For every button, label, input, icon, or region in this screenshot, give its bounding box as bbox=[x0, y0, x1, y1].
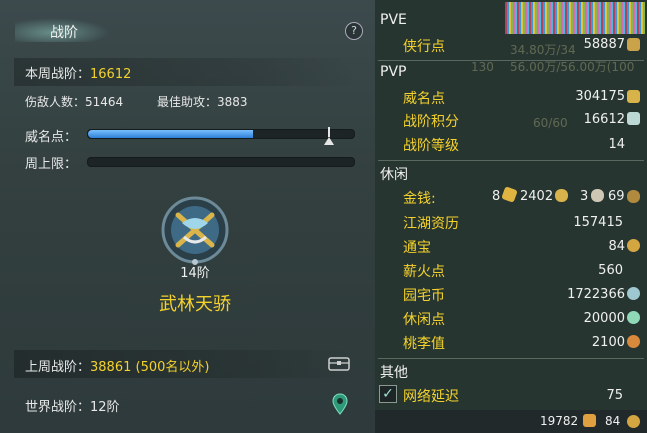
pve-item-label: 侠行点 bbox=[403, 39, 445, 55]
weekly-rank: 本周战阶：16612 bbox=[25, 63, 131, 82]
world-rank-value: 12阶 bbox=[90, 400, 120, 415]
tongbao-coin-icon bbox=[627, 415, 640, 428]
kills-value: 51464 bbox=[85, 95, 124, 109]
bg-text-2: 130 bbox=[471, 60, 494, 74]
money-copper-b-value: 69 bbox=[608, 189, 625, 204]
background-color-strip bbox=[505, 2, 645, 34]
last-week-value: 38861 (500名以外) bbox=[90, 360, 210, 375]
leisure-item-label-2: 薪火点 bbox=[403, 264, 445, 280]
week-limit-label: 周上限： bbox=[25, 157, 78, 172]
separator bbox=[378, 160, 644, 161]
latency-label: 网络延迟 bbox=[403, 389, 459, 405]
location-pin-icon[interactable] bbox=[332, 393, 348, 419]
separator bbox=[378, 358, 644, 359]
xiaxing-point-icon bbox=[627, 38, 640, 51]
rank-score-icon bbox=[627, 112, 640, 125]
currency-panel: 34.80万/34 130 56.00万/56.00万(100 60/60 PV… bbox=[375, 0, 647, 433]
leisure-item-value-1: 84 bbox=[608, 239, 625, 254]
pvp-item-label-0: 威名点 bbox=[403, 91, 445, 107]
assist-label: 最佳助攻： bbox=[157, 95, 218, 109]
bg-text-4: 60/60 bbox=[533, 116, 568, 130]
money-label: 金钱: bbox=[403, 191, 436, 207]
battle-rank-panel: 战阶 ? 本周战阶：16612 伤敌人数：51464 最佳助攻：3883 威名点… bbox=[0, 0, 375, 433]
bottom-left-value: 19782 bbox=[540, 414, 579, 428]
bottom-status-bar: 19782 84 bbox=[375, 410, 647, 433]
bg-text-1: 34.80万/34 bbox=[510, 43, 576, 57]
last-week-rank: 上周战阶：38861 (500名以外) bbox=[25, 356, 209, 375]
pve-header: PVE bbox=[380, 12, 407, 28]
tier-name: 武林天骄 bbox=[159, 294, 231, 315]
pvp-item-label-1: 战阶积分 bbox=[403, 114, 459, 130]
prestige-marker-line bbox=[328, 127, 330, 137]
kills-stat: 伤敌人数：51464 bbox=[25, 93, 123, 110]
garden-coin-icon bbox=[627, 287, 640, 300]
pvp-item-value-1: 16612 bbox=[583, 112, 625, 127]
leisure-item-label-4: 休闲点 bbox=[403, 312, 445, 328]
prestige-point-icon bbox=[627, 90, 640, 103]
latency-value: 75 bbox=[606, 388, 623, 403]
money-gold-value: 8 bbox=[492, 189, 501, 204]
weekly-rank-value: 16612 bbox=[90, 67, 132, 82]
leisure-header: 休闲 bbox=[380, 167, 408, 183]
tier-level: 14阶 bbox=[180, 266, 210, 281]
leisure-item-value-2: 560 bbox=[598, 263, 623, 278]
weekly-rank-label: 本周战阶： bbox=[25, 67, 91, 82]
leisure-item-label-0: 江湖资历 bbox=[403, 216, 459, 232]
leisure-item-value-5: 2100 bbox=[591, 335, 625, 350]
assist-value: 3883 bbox=[217, 95, 248, 109]
coin-icon bbox=[627, 190, 640, 203]
leisure-item-label-3: 园宅币 bbox=[403, 288, 445, 304]
leisure-point-icon bbox=[627, 311, 640, 324]
panel-header: 战阶 bbox=[0, 14, 375, 48]
week-limit-bar bbox=[87, 157, 355, 167]
leisure-item-label-5: 桃李值 bbox=[403, 336, 445, 352]
prestige-progress-fill bbox=[88, 130, 253, 138]
reward-chest-icon[interactable] bbox=[328, 356, 350, 371]
pvp-item-value-2: 14 bbox=[608, 137, 625, 152]
world-rank: 世界战阶：12阶 bbox=[25, 396, 120, 415]
leisure-item-value-0: 157415 bbox=[573, 215, 623, 230]
latency-checkbox[interactable]: ✓ bbox=[379, 385, 397, 403]
pve-item-value: 58887 bbox=[583, 37, 625, 52]
copper-ingot-icon bbox=[591, 189, 604, 202]
leisure-item-value-3: 1722366 bbox=[567, 287, 625, 302]
tongbao-coin-icon bbox=[627, 239, 640, 252]
leisure-item-label-1: 通宝 bbox=[403, 240, 431, 256]
money-copper-a-value: 3 bbox=[580, 189, 589, 204]
assist-stat: 最佳助攻：3883 bbox=[157, 93, 248, 110]
last-week-label: 上周战阶： bbox=[25, 360, 91, 375]
money-silver-value: 2402 bbox=[520, 189, 554, 204]
leisure-item-value-4: 20000 bbox=[583, 311, 625, 326]
pvp-header: PVP bbox=[380, 64, 407, 80]
prestige-progress-bar bbox=[87, 129, 355, 139]
pvp-item-label-2: 战阶等级 bbox=[403, 138, 459, 154]
other-header: 其他 bbox=[380, 365, 408, 381]
panel-title: 战阶 bbox=[50, 25, 78, 41]
separator bbox=[378, 60, 644, 61]
currency-icon bbox=[583, 414, 596, 427]
help-icon[interactable]: ? bbox=[345, 22, 363, 40]
bottom-right-value: 84 bbox=[605, 414, 621, 428]
silver-ingot-icon bbox=[555, 189, 568, 202]
prestige-label: 威名点： bbox=[25, 130, 78, 145]
peach-icon bbox=[627, 335, 640, 348]
pvp-item-value-0: 304175 bbox=[575, 89, 625, 104]
world-rank-label: 世界战阶： bbox=[25, 400, 91, 415]
rank-emblem-icon bbox=[160, 195, 230, 265]
prestige-marker-icon bbox=[324, 137, 334, 145]
kills-label: 伤敌人数： bbox=[25, 95, 86, 109]
